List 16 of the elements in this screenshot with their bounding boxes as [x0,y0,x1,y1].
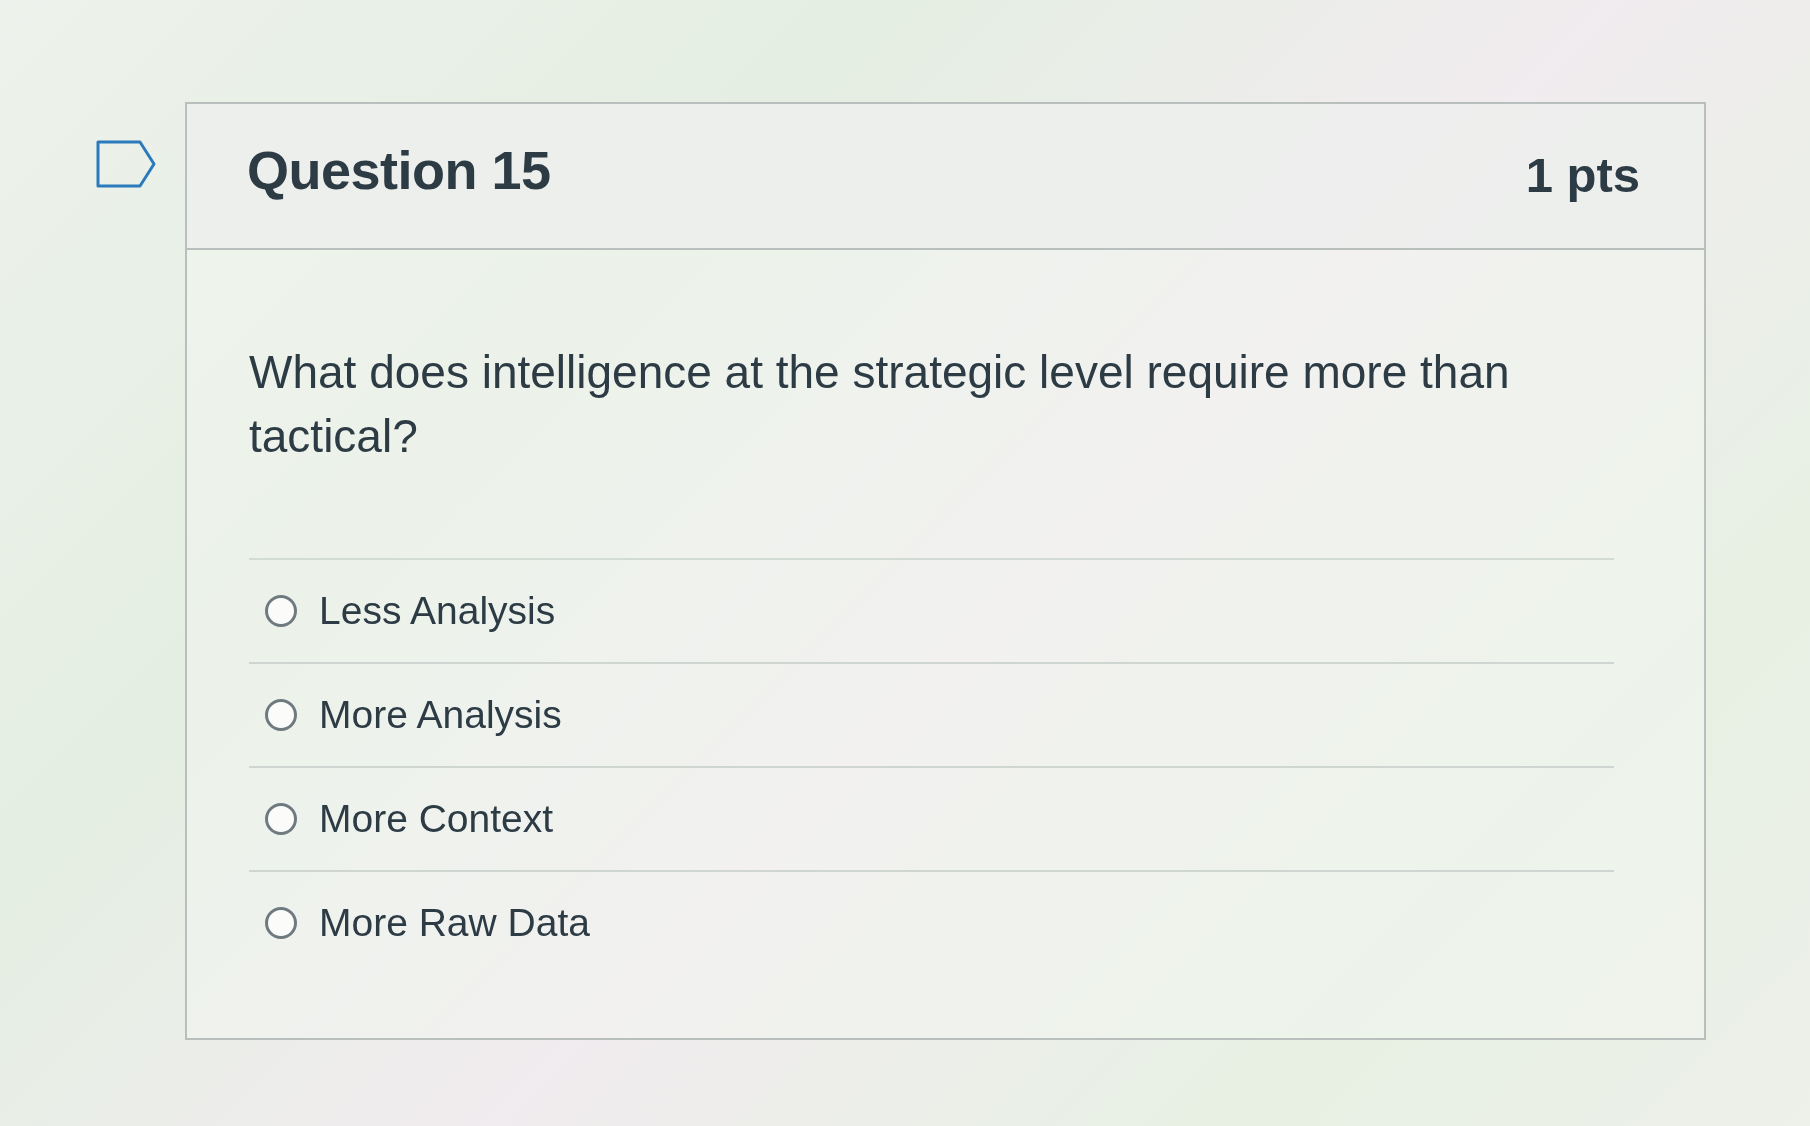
radio-button[interactable] [265,595,297,627]
radio-button[interactable] [265,907,297,939]
answer-label: More Raw Data [319,899,590,946]
radio-button[interactable] [265,699,297,731]
radio-button[interactable] [265,803,297,835]
answer-option[interactable]: More Raw Data [249,870,1614,974]
flag-icon[interactable] [96,140,156,188]
answer-label: More Context [319,795,554,842]
answer-label: More Analysis [319,691,562,738]
question-title: Question 15 [247,141,551,201]
points-label: 1 pts [1525,149,1640,203]
answer-option[interactable]: Less Analysis [249,558,1614,662]
answer-option[interactable]: More Analysis [249,662,1614,766]
answer-option[interactable]: More Context [249,766,1614,870]
question-text: What does intelligence at the strategic level require more than tactical? [249,345,1511,464]
answer-label: Less Analysis [319,587,556,634]
